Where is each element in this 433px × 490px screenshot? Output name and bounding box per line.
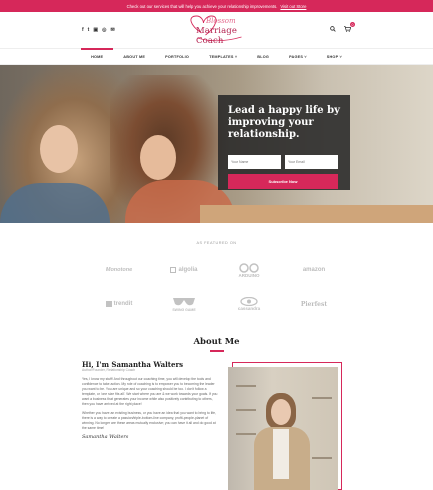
featured-logo: algolia — [152, 259, 217, 281]
mail-icon[interactable]: ✉ — [110, 27, 114, 33]
featured-section: AS FEATURED ON Monotone algolia ARDUINO … — [0, 223, 433, 315]
cart-icon[interactable]: 0 — [344, 22, 355, 34]
announcement-text: Check out our services that will help yo… — [126, 3, 278, 9]
about-photo — [228, 361, 344, 490]
search-icon[interactable] — [330, 26, 336, 34]
about-heading: About Me — [193, 337, 240, 347]
shelf — [236, 384, 256, 387]
eye-logo-icon — [240, 297, 258, 306]
featured-logo: amazon — [302, 267, 326, 273]
hero-section: Lead a happy life by improving your rela… — [0, 65, 433, 223]
subscribe-button[interactable]: Subscribe Now — [228, 174, 338, 189]
shelf — [236, 408, 256, 411]
facebook-icon[interactable]: f — [82, 27, 84, 33]
hero-photo-desk — [200, 205, 433, 223]
name-input[interactable] — [228, 155, 281, 169]
featured-logo: cassandra — [217, 293, 282, 315]
email-input[interactable] — [285, 155, 338, 169]
site-logo[interactable]: Blossom Marriage Coach — [179, 13, 254, 47]
portrait-image — [228, 366, 338, 490]
site-header: f t ▣ ◎ ✉ Blossom Marriage Coach 0 — [0, 12, 433, 48]
main-nav: HOME ABOUT ME PORTFOLIO TEMPLATES ˅ BLOG… — [0, 48, 433, 65]
featured-logo: ARDUINO — [217, 259, 282, 281]
store-link[interactable]: Visit out Store — [280, 4, 306, 9]
featured-logos: Monotone algolia ARDUINO amazon trendit … — [87, 259, 347, 315]
announcement-bar: Check out our services that will help yo… — [0, 0, 433, 12]
nav-item-about[interactable]: ABOUT ME — [113, 49, 155, 64]
featured-label: AS FEATURED ON — [196, 241, 237, 245]
logo-script-text: Blossom — [206, 17, 236, 25]
shelf — [236, 432, 256, 435]
nav-item-templates[interactable]: TEMPLATES ˅ — [199, 49, 247, 64]
sunglasses-logo-icon — [173, 298, 195, 306]
about-section: Hi, I'm Samantha Walters Author/Founder,… — [0, 359, 433, 490]
portrait-shirt — [273, 428, 289, 479]
logo-main-text: Marriage Coach — [196, 26, 237, 46]
about-text: Hi, I'm Samantha Walters Author/Founder,… — [82, 359, 219, 490]
nav-item-shop[interactable]: SHOP ˅ — [317, 49, 352, 64]
cart-count-badge: 0 — [350, 22, 355, 27]
about-name: Hi, I'm Samantha Walters — [82, 359, 184, 369]
hero-photo-face — [140, 135, 176, 180]
hero-heading: Lead a happy life by improving your rela… — [228, 105, 340, 140]
nav-item-blog[interactable]: BLOG — [247, 49, 279, 64]
linkedin-icon[interactable]: ▣ — [93, 27, 98, 33]
about-paragraph: Whether you have an existing business, o… — [82, 410, 217, 430]
hero-photo-face — [40, 125, 78, 173]
shelf — [312, 456, 332, 459]
signature: Samantha Walters — [82, 433, 129, 440]
twitter-icon[interactable]: t — [88, 27, 90, 33]
featured-logo: trendit — [87, 293, 152, 315]
featured-logo: Monotone — [105, 267, 133, 273]
instagram-icon[interactable]: ◎ — [102, 27, 106, 33]
featured-logo: SWING GAME — [152, 293, 217, 315]
nav-item-pages[interactable]: PAGES ˅ — [279, 49, 317, 64]
header-actions: 0 — [330, 22, 355, 34]
nav-item-home[interactable]: HOME — [81, 48, 114, 64]
subscribe-panel: Lead a happy life by improving your rela… — [218, 95, 350, 190]
about-divider — [209, 350, 224, 352]
shelf — [312, 396, 332, 399]
social-links: f t ▣ ◎ ✉ — [82, 27, 115, 33]
featured-logo: Pierfest — [300, 300, 328, 308]
arduino-logo-icon — [239, 262, 259, 273]
about-paragraph: Yes, I know my stuff! And throughout our… — [82, 376, 218, 406]
portrait-face — [271, 398, 291, 425]
nav-item-portfolio[interactable]: PORTFOLIO — [155, 49, 199, 64]
